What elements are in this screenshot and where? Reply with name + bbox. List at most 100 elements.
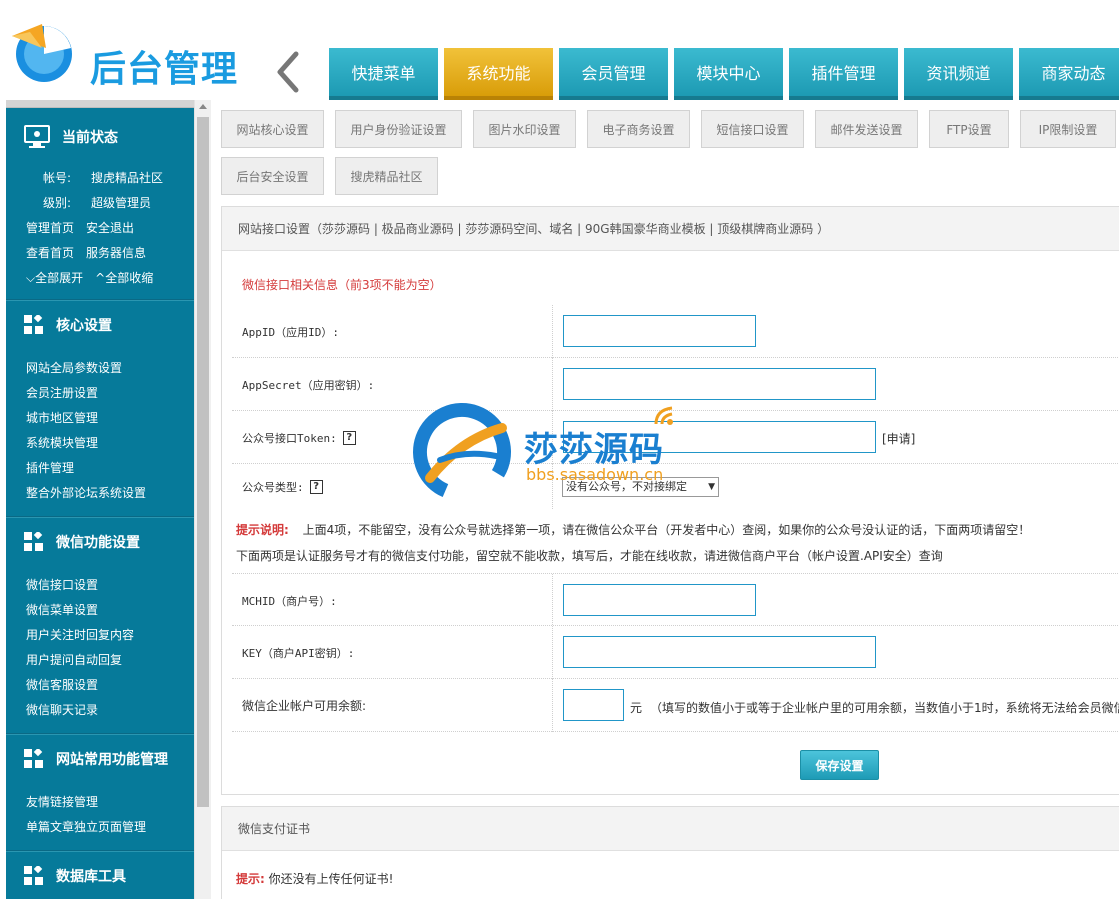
- sidebar-item-auto-reply[interactable]: 用户提问自动回复: [6, 648, 194, 673]
- collapse-all-link[interactable]: ^全部收缩: [95, 266, 153, 291]
- sidebar-section-status: 当前状态 帐号: 搜虎精品社区 级别: 超级管理员 管理首页 安全退出 查看首页 服…: [6, 108, 194, 300]
- sidebar-top-strip: [6, 100, 194, 108]
- sidebar-item-modules[interactable]: 系统模块管理: [6, 431, 194, 456]
- subtab-mail[interactable]: 邮件发送设置: [815, 110, 918, 148]
- sidebar-item-customer-service[interactable]: 微信客服设置: [6, 673, 194, 698]
- main-content: 网站核心设置 用户身份验证设置 图片水印设置 电子商务设置 短信接口设置 邮件发…: [211, 100, 1119, 899]
- balance-label: 微信企业帐户可用余额:: [242, 699, 367, 713]
- top-tab-shortcut[interactable]: 快捷菜单: [329, 48, 438, 100]
- sidebar-item-global-params[interactable]: 网站全局参数设置: [6, 356, 194, 381]
- sidebar-heading-status: 当前状态: [6, 108, 194, 166]
- sidebar-heading-wechat[interactable]: 微信功能设置: [6, 517, 194, 567]
- chevron-left-icon[interactable]: [272, 48, 304, 96]
- subtab-community[interactable]: 搜虎精品社区: [335, 157, 438, 195]
- scroll-up-arrow-icon[interactable]: [199, 104, 207, 109]
- dropdown-arrow-icon: ▼: [708, 482, 715, 492]
- appid-row: AppID（应用ID）:: [232, 305, 1119, 358]
- account-value: 搜虎精品社区: [91, 171, 164, 185]
- grid-icon: [24, 866, 43, 885]
- row-divider: [552, 679, 553, 732]
- top-nav: 快捷菜单 系统功能 会员管理 模块中心 插件管理 资讯频道 商家动态: [329, 48, 1119, 100]
- sidebar-scrollbar[interactable]: [194, 100, 211, 899]
- sidebar-item-forum[interactable]: 整合外部论坛系统设置: [6, 481, 194, 506]
- account-label: 帐号:: [42, 171, 71, 185]
- interface-settings-panel: 网站接口设置（莎莎源码 | 极品商业源码 | 莎莎源码空间、域名 | 90G韩国…: [221, 206, 1119, 795]
- sidebar-section-wechat: 微信功能设置 微信接口设置 微信菜单设置 用户关注时回复内容 用户提问自动回复 …: [6, 517, 194, 734]
- appid-input[interactable]: [563, 315, 756, 347]
- chevron-up-icon: ^: [95, 271, 106, 285]
- subtab-core[interactable]: 网站核心设置: [221, 110, 324, 148]
- balance-row: 微信企业帐户可用余额: 元 （填写的数值小于或等于企业帐户里的可用余额，当数值小…: [232, 679, 1119, 732]
- account-type-row: 公众号类型: ? 没有公众号，不对接绑定 ▼: [232, 464, 1119, 509]
- logout-link[interactable]: 安全退出: [86, 216, 134, 241]
- logo-text: 后台管理: [90, 49, 239, 90]
- sidebar-links-wechat: 微信接口设置 微信菜单设置 用户关注时回复内容 用户提问自动回复 微信客服设置 …: [6, 567, 194, 733]
- key-row: KEY（商户API密钥）:: [232, 626, 1119, 679]
- sidebar-heading-db[interactable]: 数据库工具: [6, 851, 194, 899]
- header: 后台管理 快捷菜单 系统功能 会员管理 模块中心 插件管理 资讯频道 商家动态: [0, 0, 1119, 100]
- save-button[interactable]: 保存设置: [800, 750, 879, 780]
- sidebar-heading-label: 网站常用功能管理: [56, 752, 168, 768]
- token-input[interactable]: [563, 421, 876, 453]
- top-tab-merchant[interactable]: 商家动态: [1019, 48, 1119, 100]
- sidebar-heading-common[interactable]: 网站常用功能管理: [6, 734, 194, 784]
- subtab-security[interactable]: 后台安全设置: [221, 157, 324, 195]
- mchid-input[interactable]: [563, 584, 756, 616]
- top-tab-plugins[interactable]: 插件管理: [789, 48, 898, 100]
- top-tab-modules[interactable]: 模块中心: [674, 48, 783, 100]
- token-apply-link[interactable]: [申请]: [882, 430, 915, 447]
- type-label: 公众号类型:: [242, 480, 304, 494]
- sidebar-heading-label: 数据库工具: [56, 869, 126, 885]
- help-icon[interactable]: ?: [309, 479, 323, 494]
- sidebar-heading-label: 微信功能设置: [56, 535, 140, 551]
- monitor-icon: [24, 125, 50, 148]
- token-row: 公众号接口Token: ? [申请]: [232, 411, 1119, 464]
- balance-input[interactable]: [563, 689, 624, 721]
- help-icon[interactable]: ?: [342, 430, 356, 445]
- token-label: 公众号接口Token:: [242, 431, 337, 445]
- account-row: 帐号: 搜虎精品社区: [6, 166, 194, 191]
- subtab-ftp[interactable]: FTP设置: [929, 110, 1009, 148]
- subtab-ip[interactable]: IP限制设置: [1020, 110, 1116, 148]
- hint-label: 提示说明:: [236, 523, 289, 537]
- top-tab-news[interactable]: 资讯频道: [904, 48, 1013, 100]
- sidebar-item-plugins[interactable]: 插件管理: [6, 456, 194, 481]
- sidebar-item-wechat-menu[interactable]: 微信菜单设置: [6, 598, 194, 623]
- subtab-auth[interactable]: 用户身份验证设置: [335, 110, 462, 148]
- server-info-link[interactable]: 服务器信息: [86, 241, 146, 266]
- row-divider: [552, 305, 553, 358]
- appsecret-label: AppSecret（应用密钥）:: [242, 378, 375, 392]
- sidebar-item-wechat-api[interactable]: 微信接口设置: [6, 573, 194, 598]
- chevron-down-icon: ⌵: [26, 271, 36, 285]
- top-tab-members[interactable]: 会员管理: [559, 48, 668, 100]
- status-links-row-3: ⌵全部展开 ^全部收缩: [6, 266, 194, 291]
- sidebar-item-chat-log[interactable]: 微信聊天记录: [6, 698, 194, 723]
- wechat-section-title: 微信接口相关信息（前3项不能为空）: [242, 278, 442, 292]
- sidebar-item-city[interactable]: 城市地区管理: [6, 406, 194, 431]
- appsecret-input[interactable]: [563, 368, 876, 400]
- type-label-wrap: 公众号类型: ?: [242, 464, 552, 509]
- sidebar-heading-core[interactable]: 核心设置: [6, 300, 194, 350]
- sidebar-item-follow-reply[interactable]: 用户关注时回复内容: [6, 623, 194, 648]
- appid-label: AppID（应用ID）:: [242, 325, 339, 339]
- collapse-all-label: 全部收缩: [105, 271, 154, 285]
- account-type-value: 没有公众号，不对接绑定: [566, 480, 687, 493]
- scrollbar-thumb[interactable]: [197, 117, 209, 807]
- sidebar-item-register[interactable]: 会员注册设置: [6, 381, 194, 406]
- sidebar-item-single-page[interactable]: 单篇文章独立页面管理: [6, 815, 194, 840]
- subtab-ecommerce[interactable]: 电子商务设置: [587, 110, 690, 148]
- sidebar-item-friend-links[interactable]: 友情链接管理: [6, 790, 194, 815]
- sidebar-section-core: 核心设置 网站全局参数设置 会员注册设置 城市地区管理 系统模块管理 插件管理 …: [6, 300, 194, 517]
- row-divider: [552, 574, 553, 627]
- key-input[interactable]: [563, 636, 876, 668]
- subtab-watermark[interactable]: 图片水印设置: [473, 110, 576, 148]
- top-tab-system[interactable]: 系统功能: [444, 48, 553, 100]
- admin-home-link[interactable]: 管理首页: [26, 216, 74, 241]
- level-row: 级别: 超级管理员: [6, 191, 194, 216]
- expand-all-link[interactable]: ⌵全部展开: [26, 266, 83, 291]
- view-home-link[interactable]: 查看首页: [26, 241, 74, 266]
- account-type-select[interactable]: 没有公众号，不对接绑定 ▼: [562, 477, 719, 497]
- subtab-sms[interactable]: 短信接口设置: [701, 110, 804, 148]
- logo[interactable]: 后台管理: [8, 18, 258, 90]
- row-divider: [552, 411, 553, 464]
